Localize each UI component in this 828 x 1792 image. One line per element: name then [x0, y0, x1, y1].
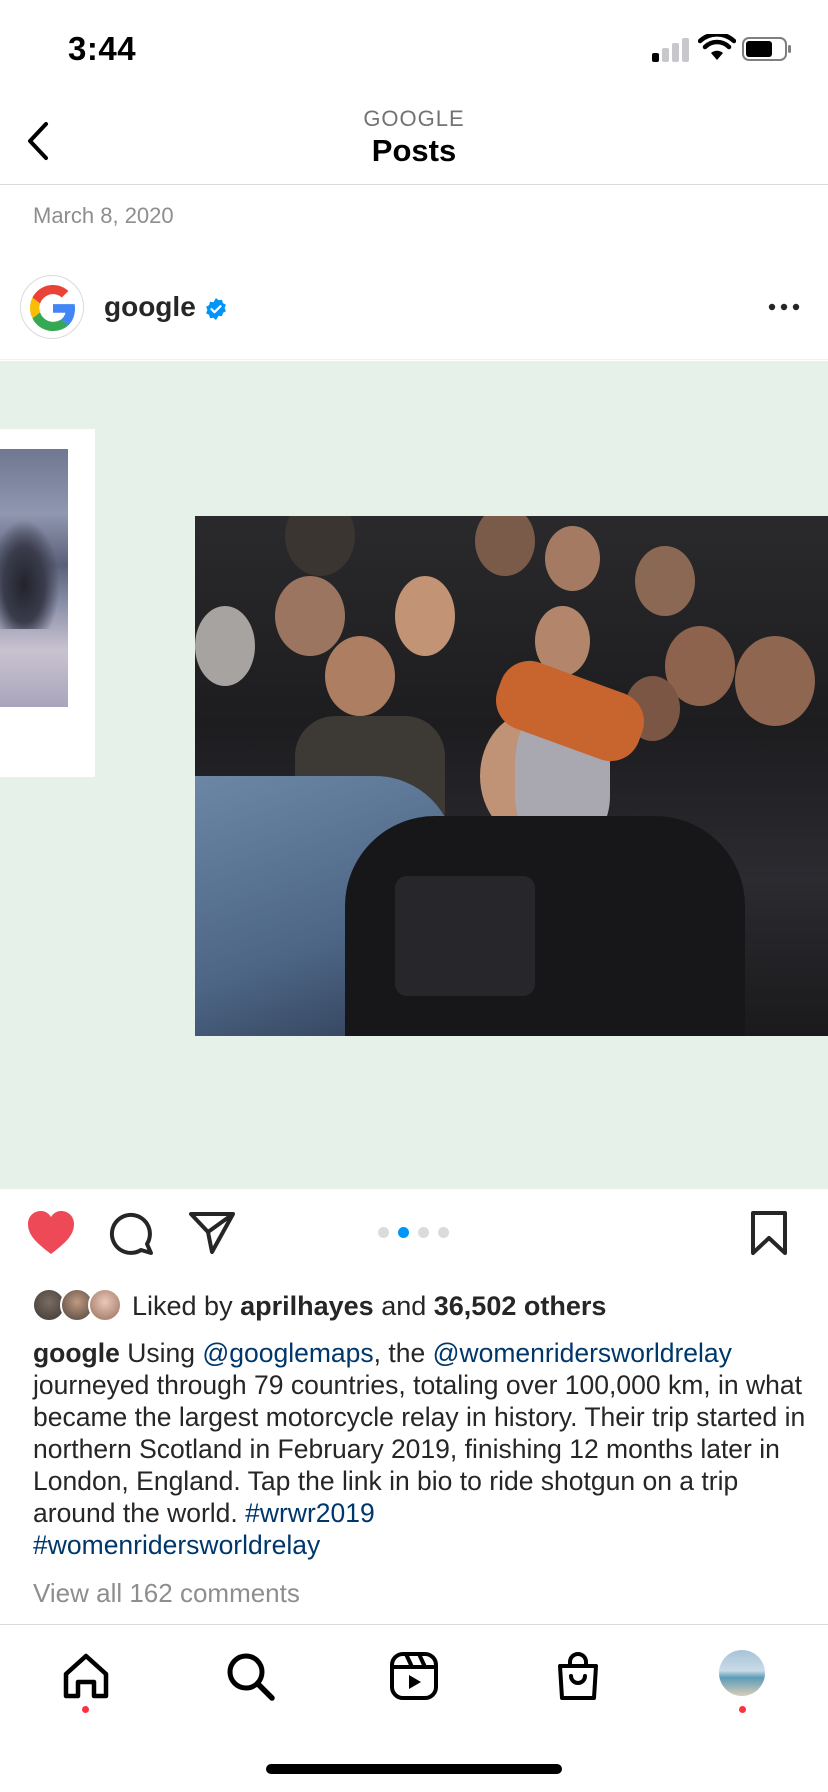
post-media-carousel[interactable]	[0, 361, 828, 1189]
liker-username[interactable]: aprilhayes	[240, 1291, 374, 1321]
liker-avatar	[88, 1288, 122, 1322]
shop-bag-icon[interactable]	[550, 1648, 606, 1704]
wifi-icon	[698, 34, 736, 60]
mention-link[interactable]: @googlemaps	[202, 1338, 373, 1368]
header-account-name: GOOGLE	[363, 106, 465, 131]
likes-count[interactable]: 36,502 others	[434, 1291, 607, 1321]
bookmark-save-icon[interactable]	[750, 1210, 788, 1256]
carousel-dot	[378, 1227, 389, 1238]
battery-icon	[742, 37, 791, 61]
status-time: 3:44	[68, 30, 137, 67]
post-caption: google Using @googlemaps, the @womenride…	[33, 1338, 806, 1560]
carousel-dot	[438, 1227, 449, 1238]
post-username[interactable]: google	[104, 291, 196, 323]
google-logo-icon	[30, 285, 76, 331]
more-options-icon[interactable]	[764, 292, 804, 322]
share-send-icon[interactable]	[188, 1210, 236, 1256]
avatar[interactable]	[20, 275, 84, 339]
comment-icon[interactable]	[108, 1210, 154, 1256]
view-all-comments-link[interactable]: View all 162 comments	[33, 1578, 300, 1609]
post-date: March 8, 2020	[33, 203, 174, 228]
profile-avatar-tab[interactable]	[719, 1650, 765, 1696]
likes-summary[interactable]: Liked by aprilhayes and 36,502 others	[0, 1285, 828, 1329]
hashtag-link[interactable]: #wrwr2019	[245, 1498, 375, 1528]
post-header: google	[0, 268, 828, 360]
like-heart-icon[interactable]	[26, 1210, 76, 1256]
reels-icon[interactable]	[386, 1648, 442, 1704]
carousel-indicator	[378, 1227, 449, 1239]
likes-text: Liked by aprilhayes and 36,502 others	[132, 1291, 607, 1321]
status-bar: 3:44	[0, 0, 828, 100]
home-indicator	[266, 1764, 562, 1774]
post-actions	[0, 1190, 828, 1290]
caption-username[interactable]: google	[33, 1338, 120, 1368]
top-header: GOOGLE Posts	[0, 100, 828, 185]
post-photo	[195, 516, 828, 1036]
carousel-dot	[418, 1227, 429, 1238]
profile-notification-dot	[739, 1706, 746, 1713]
hashtag-link[interactable]: #womenridersworldrelay	[33, 1530, 320, 1560]
cellular-signal-icon	[652, 36, 692, 62]
home-icon[interactable]	[58, 1648, 114, 1704]
mention-link[interactable]: @womenridersworldrelay	[433, 1338, 732, 1368]
search-icon[interactable]	[222, 1648, 278, 1704]
page-title: Posts	[371, 133, 457, 168]
previous-slide-photo	[0, 449, 68, 707]
home-notification-dot	[82, 1706, 89, 1713]
verified-badge-icon	[206, 298, 226, 320]
previous-slide-card	[0, 429, 95, 777]
carousel-dot-active	[398, 1227, 409, 1238]
